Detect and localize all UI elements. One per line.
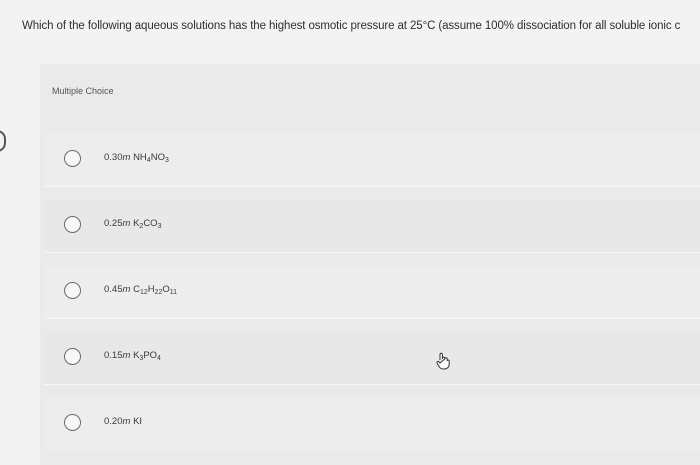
choice-option-4[interactable]: 0.15m K3PO4 (44, 332, 700, 384)
divider (44, 384, 700, 385)
radio-button-icon[interactable] (64, 414, 81, 431)
radio-button-icon[interactable] (64, 282, 81, 299)
radio-button-icon[interactable] (64, 150, 81, 167)
choice-label: 0.15m K3PO4 (104, 350, 161, 362)
quiz-page: Which of the following aqueous solutions… (0, 0, 700, 465)
divider (44, 186, 700, 187)
radio-button-icon[interactable] (64, 348, 81, 365)
formula: K3PO4 (133, 350, 161, 362)
hand-pointer-icon (436, 352, 450, 373)
choice-option-2[interactable]: 0.25m K2CO3 (44, 200, 700, 252)
radio-button-icon[interactable] (64, 216, 81, 233)
choice-option-3[interactable]: 0.45m C12H22O11 (44, 266, 700, 318)
divider (44, 318, 700, 319)
choice-label: 0.20m KI (104, 416, 143, 427)
formula: NH4NO3 (133, 152, 169, 164)
divider (44, 252, 700, 253)
formula: C12H22O11 (133, 284, 178, 296)
question-text: Which of the following aqueous solutions… (22, 20, 681, 32)
choice-label: 0.30m NH4NO3 (104, 152, 169, 164)
window-edge-mark (0, 130, 6, 152)
multiple-choice-label: Multiple Choice (52, 86, 114, 96)
formula: K2CO3 (133, 218, 162, 230)
choice-option-1[interactable]: 0.30m NH4NO3 (44, 134, 700, 186)
formula: KI (133, 416, 143, 427)
choice-label: 0.25m K2CO3 (104, 218, 162, 230)
choice-option-5[interactable]: 0.20m KI (44, 398, 700, 450)
choice-label: 0.45m C12H22O11 (104, 284, 178, 296)
